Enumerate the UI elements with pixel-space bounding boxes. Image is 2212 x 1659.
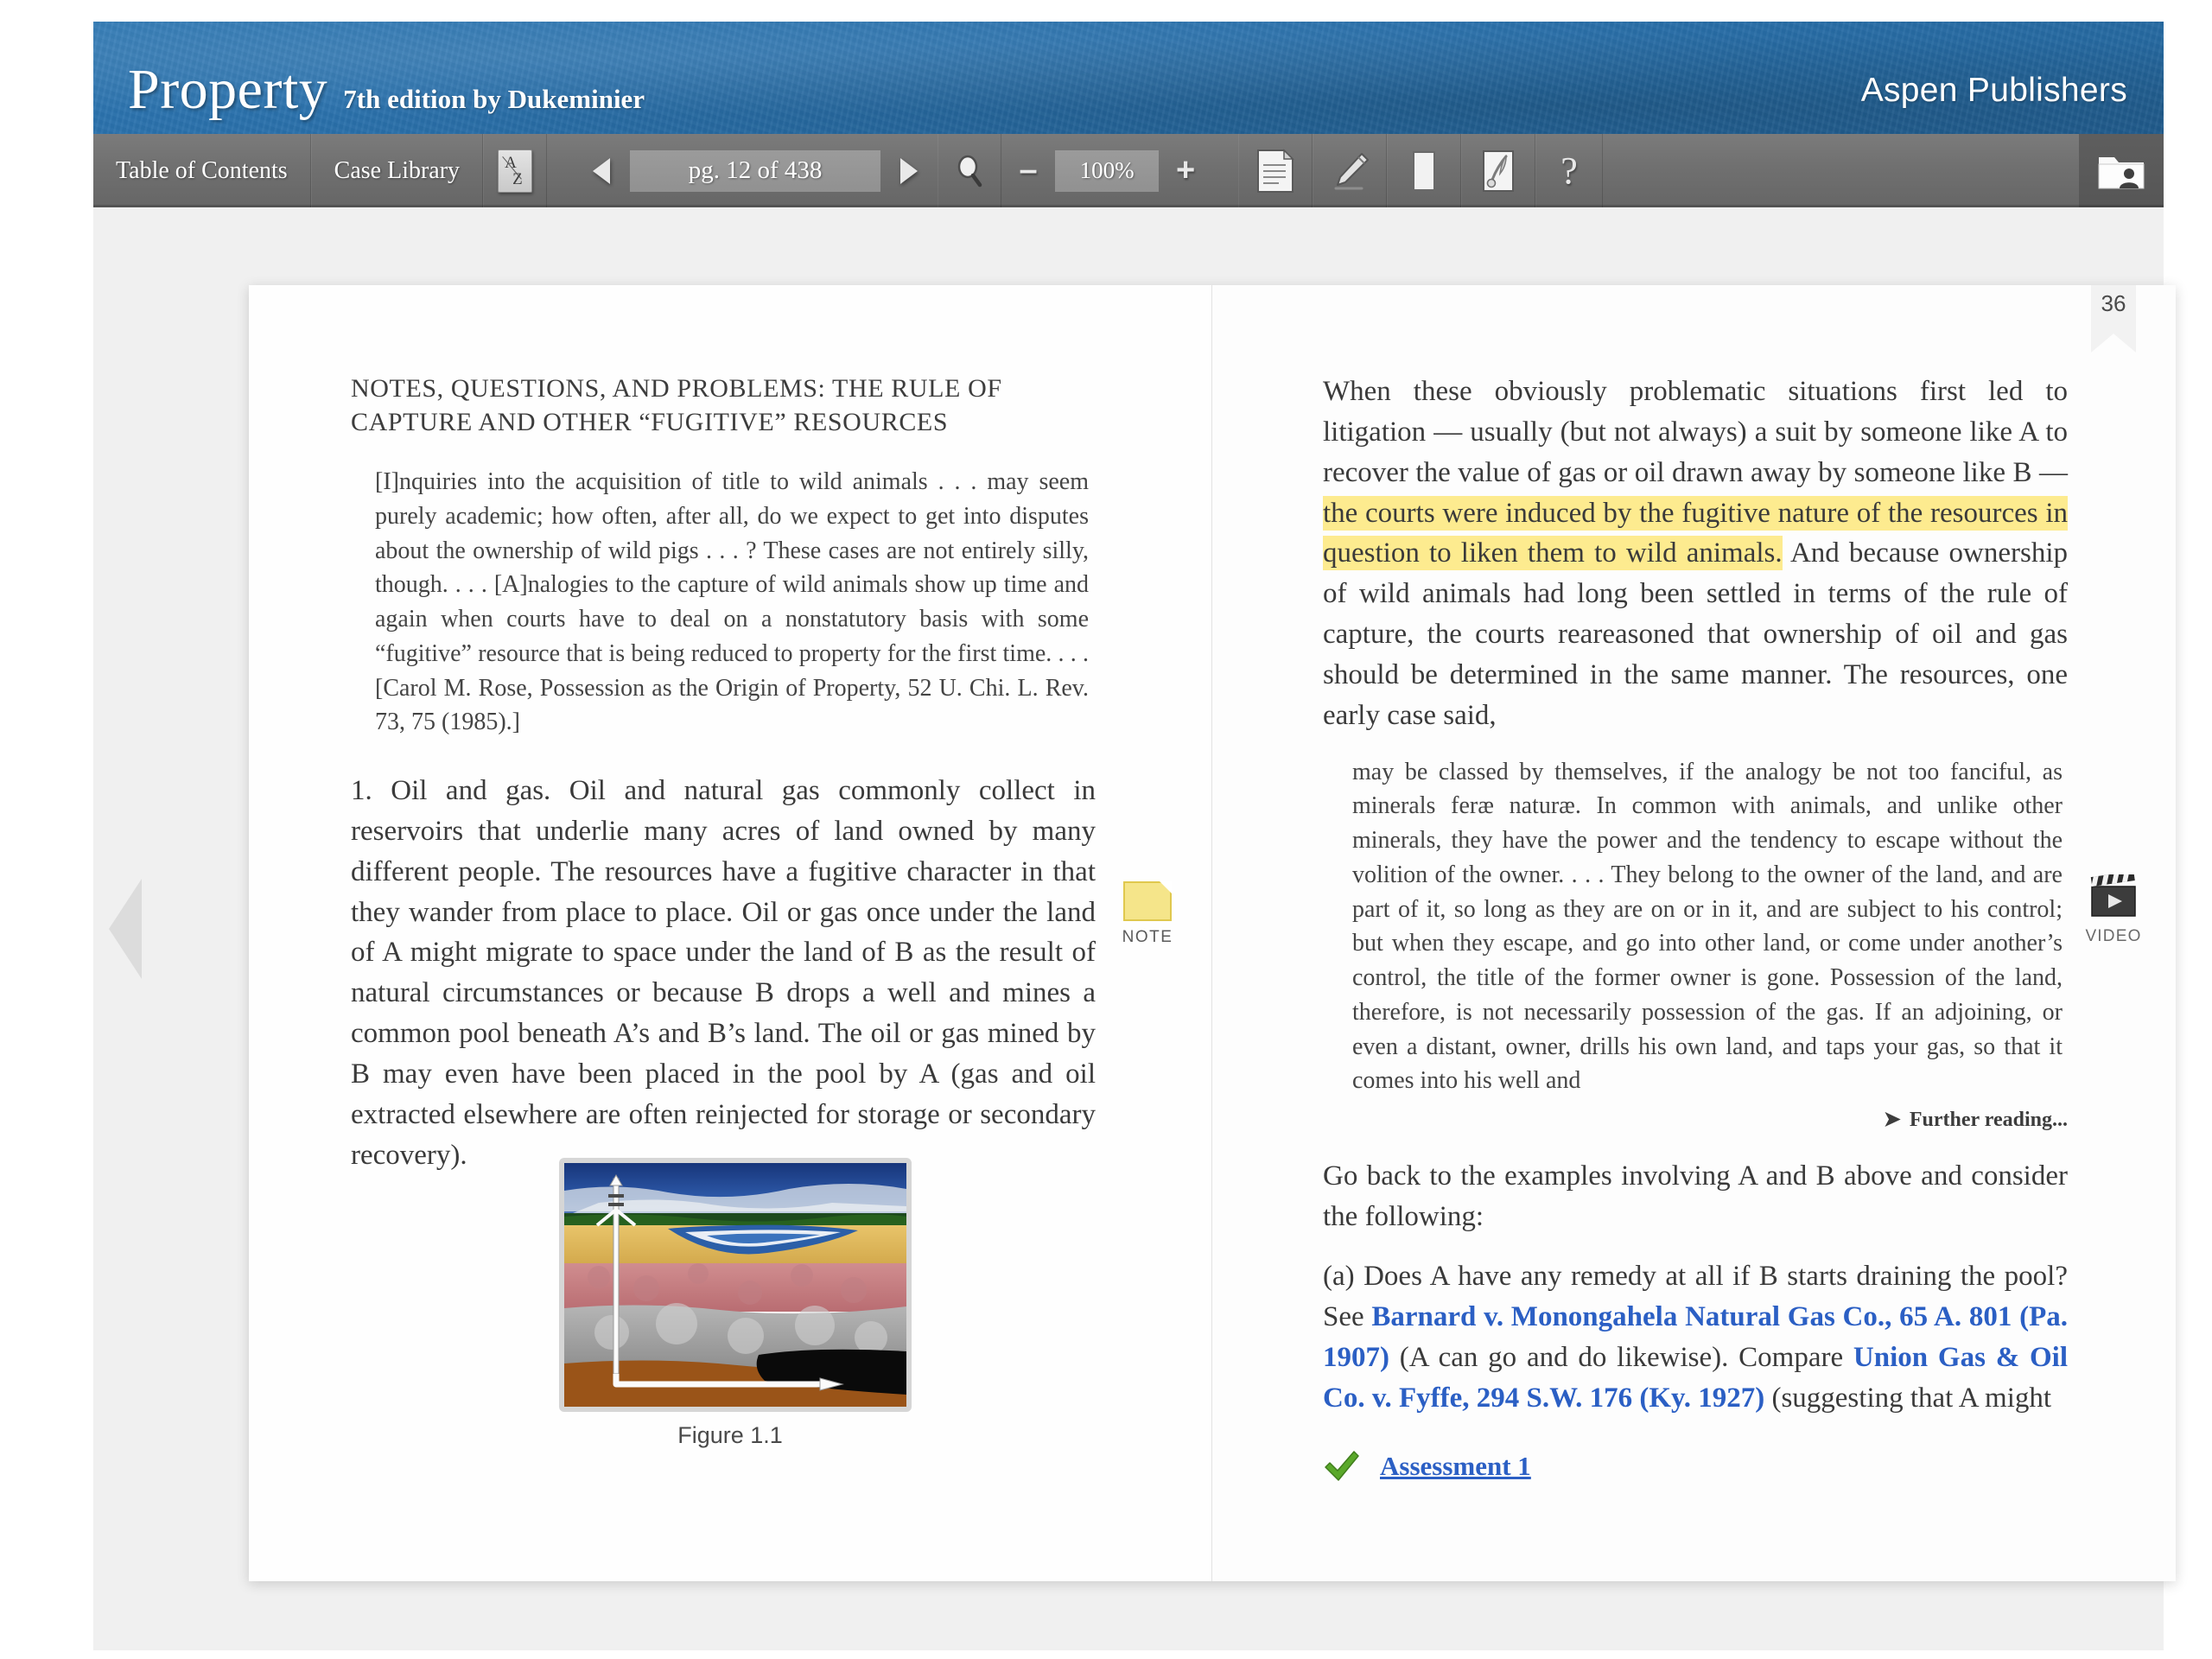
figure-image-frame	[559, 1158, 912, 1412]
paragraph-3-part-b: (A can go and do likewise). Compare	[1389, 1341, 1853, 1373]
table-of-contents-button[interactable]: Table of Contents	[93, 134, 311, 207]
right-page-paragraph-3: (a) Does A have any remedy at all if B s…	[1323, 1256, 2068, 1418]
bookmark-button[interactable]	[1387, 134, 1462, 207]
a-z-glossary-icon: A Z	[498, 149, 533, 193]
section-heading: NOTES, QUESTIONS, AND PROBLEMS: THE RULE…	[351, 374, 1002, 436]
glossary-button[interactable]: A Z	[483, 134, 548, 207]
paragraph-3-part-c: (suggesting that A might	[1764, 1382, 2052, 1414]
bookmark-icon	[1413, 150, 1436, 191]
publisher-name: Aspen Publishers	[1860, 72, 2127, 109]
left-page-column: NOTES, QUESTIONS, AND PROBLEMS: THE RULE…	[351, 372, 1096, 1195]
table-of-contents-label: Table of Contents	[116, 156, 288, 184]
video-marker-label: VIDEO	[2085, 927, 2142, 945]
user-folder-icon	[2098, 156, 2145, 188]
figure-caption: Figure 1.1	[677, 1422, 783, 1448]
toolbar-right-group	[2079, 134, 2164, 207]
zoom-out-label: –	[1019, 152, 1038, 188]
help-label: ?	[1560, 149, 1578, 192]
assessment-label: Assessment 1	[1380, 1451, 1531, 1482]
page-number-input[interactable]: pg. 12 of 438	[630, 149, 881, 192]
zoom-out-button[interactable]: –	[1001, 134, 1055, 207]
left-page-blockquote: [I]nquiries into the acquisition of titl…	[375, 468, 1089, 736]
right-page: 36 When these obviously problematic situ…	[1212, 285, 2176, 1581]
book-title-group: Property 7th edition by Dukeminier	[128, 61, 645, 118]
arrow-right-icon	[900, 157, 918, 184]
chevron-left-icon[interactable]	[109, 879, 142, 979]
search-icon	[957, 155, 982, 187]
video-clapperboard-icon	[2090, 871, 2136, 917]
highlighter-pen-icon	[1334, 152, 1370, 189]
left-page: NOTES, QUESTIONS, AND PROBLEMS: THE RULE…	[249, 285, 1212, 1581]
case-library-label: Case Library	[334, 156, 461, 184]
ereader-window: Property 7th edition by Dukeminier Aspen…	[0, 0, 2212, 1659]
page-bookmark-ribbon[interactable]: 36	[2091, 285, 2136, 353]
right-page-column: When these obviously problematic situati…	[1323, 372, 2068, 1484]
caret-right-icon: ➤	[1883, 1109, 1901, 1132]
my-folder-button[interactable]	[2079, 134, 2164, 207]
left-page-body-paragraph: 1. Oil and gas. Oil and natural gas comm…	[351, 775, 1096, 1171]
sticky-note-icon	[1123, 881, 1172, 921]
further-reading-link[interactable]: ➤ Further reading...	[1323, 1107, 2068, 1132]
book-edition-author: 7th edition by Dukeminier	[343, 84, 645, 114]
figure-1-1[interactable]: Figure 1.1	[559, 1158, 912, 1449]
reader-viewport: NOTES, QUESTIONS, AND PROBLEMS: THE RULE…	[93, 207, 2176, 1650]
book-header-banner: Property 7th edition by Dukeminier Aspen…	[93, 22, 2164, 134]
previous-page-button[interactable]	[573, 134, 630, 207]
search-button[interactable]	[938, 134, 1002, 207]
case-library-button[interactable]: Case Library	[310, 134, 484, 207]
video-marker[interactable]: VIDEO	[2070, 871, 2157, 946]
zoom-level-input[interactable]: 100%	[1055, 149, 1160, 192]
notes-button[interactable]	[1238, 134, 1313, 207]
note-marker[interactable]: NOTE	[1106, 881, 1189, 947]
annotations-button[interactable]	[1461, 134, 1536, 207]
right-page-paragraph-2: Go back to the examples involving A and …	[1323, 1160, 2068, 1233]
quill-notebook-icon	[1483, 149, 1515, 192]
highlighter-button[interactable]	[1313, 134, 1388, 207]
arrow-left-icon	[593, 157, 611, 184]
right-page-paragraph-1: When these obviously problematic situati…	[1323, 372, 2068, 736]
note-marker-label: NOTE	[1122, 928, 1173, 946]
notes-document-icon	[1257, 148, 1294, 193]
paragraph-1-before-highlight: When these obviously problematic situati…	[1323, 376, 2068, 488]
help-button[interactable]: ?	[1535, 134, 1604, 207]
reader-toolbar: Table of Contents Case Library A Z pg. 1…	[93, 134, 2164, 207]
bookmark-page-number: 36	[2101, 290, 2126, 316]
oil-reservoir-cross-section-image	[564, 1163, 906, 1407]
green-check-icon	[1325, 1451, 1359, 1482]
right-page-blockquote: may be classed by themselves, if the ana…	[1352, 758, 2063, 1095]
further-reading-label: Further reading...	[1909, 1109, 2068, 1132]
next-page-button[interactable]	[880, 134, 938, 207]
zoom-in-label: +	[1175, 152, 1196, 188]
page-title: Property	[128, 58, 328, 121]
book-spread: NOTES, QUESTIONS, AND PROBLEMS: THE RULE…	[249, 285, 2176, 1581]
zoom-in-button[interactable]: +	[1159, 134, 1212, 207]
assessment-link[interactable]: Assessment 1	[1323, 1449, 2068, 1484]
